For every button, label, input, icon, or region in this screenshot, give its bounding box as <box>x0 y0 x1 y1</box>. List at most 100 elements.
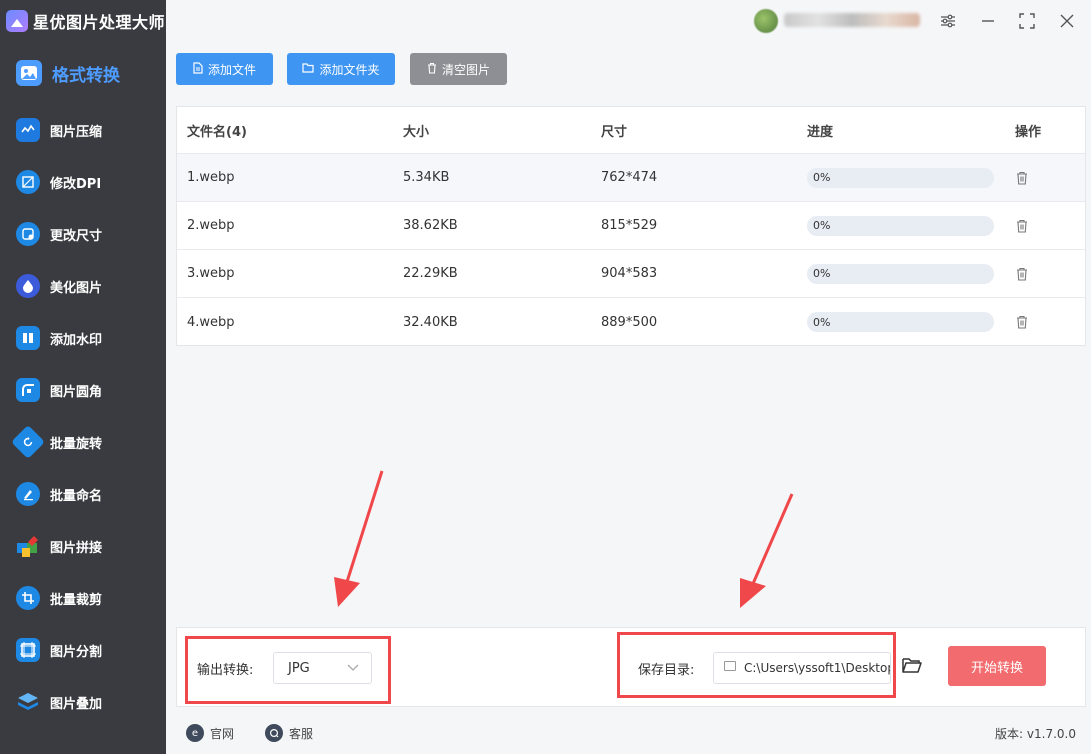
sidebar-item-watermark[interactable]: 添加水印 <box>0 312 166 364</box>
table-row[interactable]: 2.webp 38.62KB 815*529 0% <box>177 202 1085 250</box>
watermark-icon <box>16 326 40 350</box>
sidebar-item-label: 批量命名 <box>50 488 103 504</box>
progress-text: 0% <box>813 267 831 280</box>
progress-bar: 0% <box>807 263 994 284</box>
sidebar-item-format-convert[interactable]: 格式转换 <box>0 42 166 104</box>
minimize-icon[interactable] <box>976 9 1000 33</box>
delete-icon[interactable] <box>1015 218 1029 234</box>
sidebar: 星优图片处理大师 格式转换 图片压缩 修改DPI 更改尺寸 美化图片 添加水印 … <box>0 0 166 754</box>
layers-icon <box>16 690 40 714</box>
start-convert-button[interactable]: 开始转换 <box>948 646 1046 686</box>
add-file-button[interactable]: 添加文件 <box>176 53 273 85</box>
sidebar-item-resize[interactable]: 更改尺寸 <box>0 208 166 260</box>
rename-icon <box>16 482 40 506</box>
sidebar-item-label: 图片叠加 <box>50 696 103 712</box>
file-icon <box>193 61 203 77</box>
file-name: 4.webp <box>187 314 235 330</box>
column-header-size: 大小 <box>403 124 430 140</box>
website-link[interactable]: e 官网 <box>186 724 234 742</box>
table-row[interactable]: 3.webp 22.29KB 904*583 0% <box>177 250 1085 298</box>
toolbar: 添加文件 添加文件夹 清空图片 <box>166 42 1091 96</box>
sidebar-item-dpi[interactable]: 修改DPI <box>0 156 166 208</box>
dpi-icon <box>16 170 40 194</box>
maximize-icon[interactable] <box>1015 9 1039 33</box>
close-icon[interactable] <box>1055 9 1079 33</box>
file-name: 2.webp <box>187 218 235 233</box>
annotation-arrow-left <box>334 470 384 607</box>
rotate-icon <box>11 425 45 459</box>
file-size: 22.29KB <box>403 266 458 281</box>
sidebar-item-label: 图片圆角 <box>50 384 103 400</box>
sidebar-item-rotate[interactable]: 批量旋转 <box>0 416 166 468</box>
progress-text: 0% <box>813 315 831 329</box>
footer: e 官网 客服 版本: v1.7.0.0 <box>166 712 1091 754</box>
puzzle-icon <box>16 534 40 558</box>
username-blurred <box>784 13 920 27</box>
sidebar-item-compress[interactable]: 图片压缩 <box>0 104 166 156</box>
actions-cell <box>1015 250 1029 297</box>
add-file-label: 添加文件 <box>207 62 256 77</box>
delete-icon[interactable] <box>1015 266 1029 282</box>
globe-icon: e <box>186 724 204 742</box>
table-row[interactable]: 1.webp 5.34KB 762*474 0% <box>177 154 1085 202</box>
chat-icon <box>265 724 283 742</box>
column-header-progress: 进度 <box>807 124 834 140</box>
sidebar-item-label: 批量旋转 <box>50 436 103 452</box>
resize-icon <box>16 222 40 246</box>
actions-cell <box>1015 154 1029 201</box>
column-header-name: 文件名(4) <box>187 124 247 140</box>
sidebar-item-overlay[interactable]: 图片叠加 <box>0 676 166 728</box>
support-label: 客服 <box>289 726 314 741</box>
file-size: 38.62KB <box>403 218 458 233</box>
app-title-bar: 星优图片处理大师 <box>0 0 166 42</box>
progress-text: 0% <box>813 219 831 232</box>
sidebar-item-round-corner[interactable]: 图片圆角 <box>0 364 166 416</box>
browse-folder-icon[interactable] <box>901 655 923 677</box>
annotation-box-save-dir <box>617 632 896 698</box>
compress-icon <box>16 118 40 142</box>
sidebar-item-beautify[interactable]: 美化图片 <box>0 260 166 312</box>
sidebar-item-rename[interactable]: 批量命名 <box>0 468 166 520</box>
file-dimensions: 904*583 <box>601 266 658 281</box>
file-name: 3.webp <box>187 266 235 281</box>
user-avatar[interactable] <box>754 9 778 33</box>
progress-cell: 0% <box>807 298 994 346</box>
progress-cell: 0% <box>807 154 994 201</box>
progress-bar: 0% <box>807 167 994 188</box>
sidebar-item-label: 格式转换 <box>52 65 120 86</box>
version-text: 版本: v1.7.0.0 <box>995 727 1076 741</box>
sidebar-item-puzzle[interactable]: 图片拼接 <box>0 520 166 572</box>
file-dimensions: 762*474 <box>601 170 658 185</box>
add-folder-button[interactable]: 添加文件夹 <box>287 53 395 85</box>
file-size: 32.40KB <box>403 314 458 330</box>
folder-icon <box>302 62 315 76</box>
file-size: 5.34KB <box>403 170 450 185</box>
table-row[interactable]: 4.webp 32.40KB 889*500 0% <box>177 298 1085 346</box>
image-convert-icon <box>16 60 42 86</box>
website-label: 官网 <box>210 726 235 741</box>
support-link[interactable]: 客服 <box>265 724 313 742</box>
split-icon <box>16 638 40 662</box>
column-header-dimensions: 尺寸 <box>601 124 628 140</box>
round-corner-icon <box>16 378 40 402</box>
progress-bar: 0% <box>807 215 994 236</box>
sidebar-item-split[interactable]: 图片分割 <box>0 624 166 676</box>
add-folder-label: 添加文件夹 <box>319 62 380 77</box>
file-dimensions: 889*500 <box>601 314 658 330</box>
trash-icon <box>427 62 437 77</box>
actions-cell <box>1015 298 1029 346</box>
sidebar-item-crop[interactable]: 批量裁剪 <box>0 572 166 624</box>
beautify-icon <box>16 274 40 298</box>
sidebar-item-label: 图片压缩 <box>50 124 103 140</box>
delete-icon[interactable] <box>1015 314 1029 330</box>
sidebar-item-label: 美化图片 <box>50 280 103 296</box>
clear-images-label: 清空图片 <box>441 62 490 77</box>
sidebar-item-label: 批量裁剪 <box>50 592 103 608</box>
delete-icon[interactable] <box>1015 170 1029 186</box>
annotation-arrow-right <box>740 493 794 608</box>
app-logo-icon <box>6 10 28 32</box>
actions-cell <box>1015 202 1029 249</box>
clear-images-button[interactable]: 清空图片 <box>410 53 507 85</box>
settings-sliders-icon[interactable] <box>936 9 960 33</box>
file-name: 1.webp <box>187 170 235 185</box>
